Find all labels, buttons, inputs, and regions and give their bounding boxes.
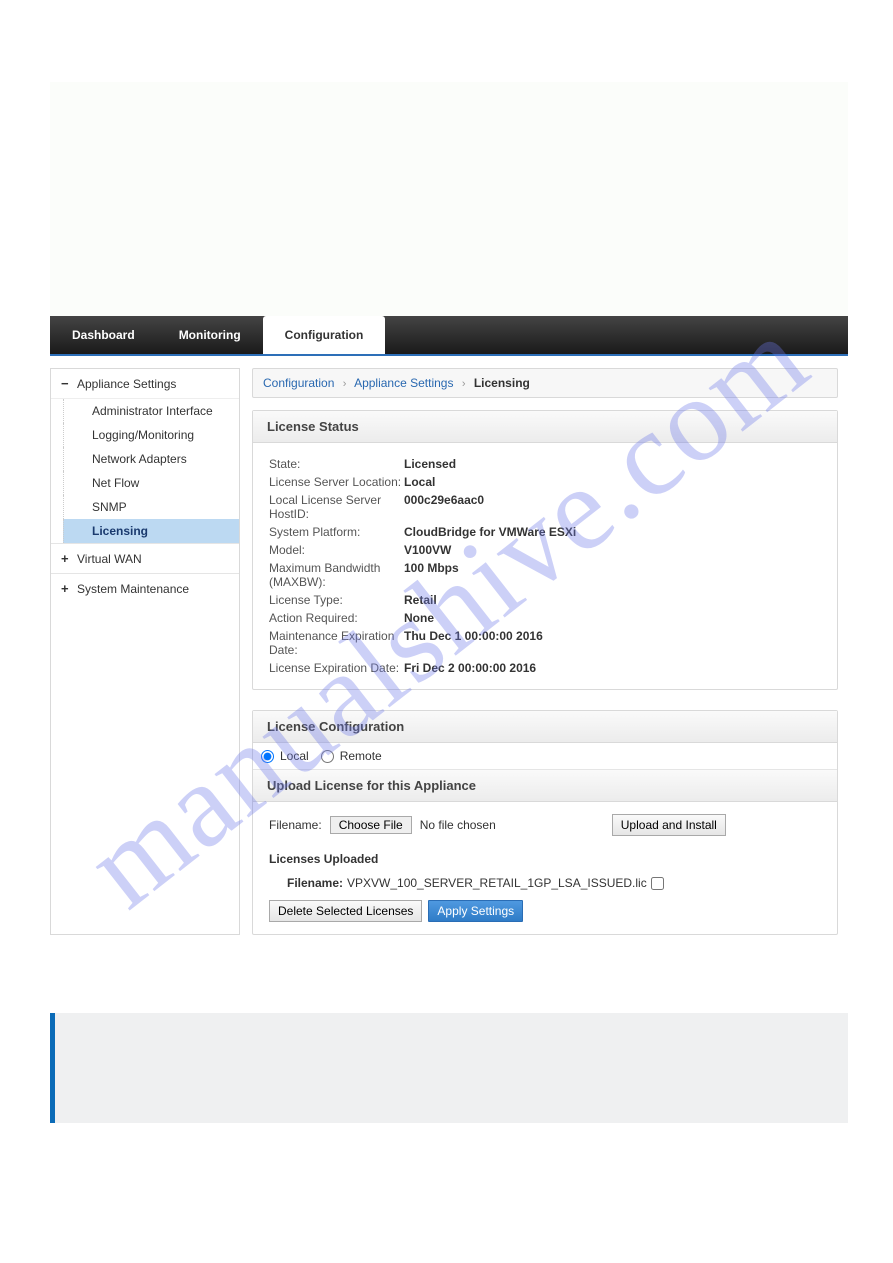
uploaded-license-row: Filename: VPXVW_100_SERVER_RETAIL_1GP_LS… [269, 874, 821, 900]
delete-selected-button[interactable]: Delete Selected Licenses [269, 900, 422, 922]
license-status-panel: License Status State:Licensed License Se… [252, 410, 838, 690]
sidebar-item-logging[interactable]: Logging/Monitoring [63, 423, 239, 447]
note-box [50, 1013, 848, 1123]
sidebar-section-virtualwan[interactable]: + Virtual WAN [51, 544, 239, 573]
expand-icon: + [61, 551, 71, 566]
radio-local[interactable] [261, 750, 274, 763]
sidebar-item-network-adapters[interactable]: Network Adapters [63, 447, 239, 471]
breadcrumb-current: Licensing [474, 376, 530, 390]
value-license-type: Retail [404, 593, 437, 607]
sidebar-item-snmp[interactable]: SNMP [63, 495, 239, 519]
tab-dashboard[interactable]: Dashboard [50, 316, 157, 354]
tab-configuration[interactable]: Configuration [263, 316, 386, 354]
sidebar-section-sysmaint[interactable]: + System Maintenance [51, 574, 239, 603]
value-license-server-location: Local [404, 475, 435, 489]
apply-settings-button[interactable]: Apply Settings [428, 900, 523, 922]
sidebar-section-label: System Maintenance [77, 582, 189, 596]
breadcrumb: Configuration › Appliance Settings › Lic… [252, 368, 838, 398]
sidebar-section-appliance[interactable]: − Appliance Settings [51, 369, 239, 398]
label-license-type: License Type: [269, 593, 404, 607]
value-license-exp: Fri Dec 2 00:00:00 2016 [404, 661, 536, 675]
sidebar-section-label: Appliance Settings [77, 377, 176, 391]
panel-title: License Configuration [253, 711, 837, 743]
top-tabbar: Dashboard Monitoring Configuration [50, 316, 848, 356]
sidebar-section-label: Virtual WAN [77, 552, 142, 566]
panel-title: License Status [253, 411, 837, 443]
tab-monitoring[interactable]: Monitoring [157, 316, 263, 354]
label-maintenance-exp: Maintenance Expiration Date: [269, 629, 404, 657]
collapse-icon: − [61, 376, 71, 391]
main-content: Configuration › Appliance Settings › Lic… [252, 368, 848, 935]
breadcrumb-link-configuration[interactable]: Configuration [263, 376, 334, 390]
radio-remote-label: Remote [340, 749, 382, 763]
label-state: State: [269, 457, 404, 471]
expand-icon: + [61, 581, 71, 596]
sidebar-item-admin-interface[interactable]: Administrator Interface [63, 399, 239, 423]
value-action-required: None [404, 611, 434, 625]
label-model: Model: [269, 543, 404, 557]
value-maxbw: 100 Mbps [404, 561, 459, 589]
value-maintenance-exp: Thu Dec 1 00:00:00 2016 [404, 629, 543, 657]
licenses-uploaded-header: Licenses Uploaded [269, 852, 821, 866]
sidebar-item-licensing[interactable]: Licensing [63, 519, 239, 543]
choose-file-button[interactable]: Choose File [330, 816, 412, 834]
value-model: V100VW [404, 543, 451, 557]
radio-local-label: Local [280, 749, 309, 763]
filename-label: Filename: [269, 818, 322, 832]
chevron-right-icon: › [462, 378, 466, 390]
uploaded-license-checkbox[interactable] [651, 877, 664, 890]
label-maxbw: Maximum Bandwidth (MAXBW): [269, 561, 404, 589]
radio-remote[interactable] [321, 750, 334, 763]
label-hostid: Local License Server HostID: [269, 493, 404, 521]
uploaded-filename: VPXVW_100_SERVER_RETAIL_1GP_LSA_ISSUED.l… [347, 876, 647, 890]
label-license-exp: License Expiration Date: [269, 661, 404, 675]
chevron-right-icon: › [343, 378, 347, 390]
no-file-text: No file chosen [420, 818, 496, 832]
sidebar: − Appliance Settings Administrator Inter… [50, 368, 240, 935]
label-platform: System Platform: [269, 525, 404, 539]
upload-subtitle: Upload License for this Appliance [253, 770, 837, 802]
label-license-server-location: License Server Location: [269, 475, 404, 489]
breadcrumb-link-appliance-settings[interactable]: Appliance Settings [354, 376, 453, 390]
value-hostid: 000c29e6aac0 [404, 493, 484, 521]
sidebar-item-netflow[interactable]: Net Flow [63, 471, 239, 495]
value-state: Licensed [404, 457, 456, 471]
value-platform: CloudBridge for VMWare ESXi [404, 525, 576, 539]
license-config-panel: License Configuration Local Remote Uploa… [252, 710, 838, 935]
label-action-required: Action Required: [269, 611, 404, 625]
upload-install-button[interactable]: Upload and Install [612, 814, 726, 836]
uploaded-filename-label: Filename: [287, 876, 343, 890]
